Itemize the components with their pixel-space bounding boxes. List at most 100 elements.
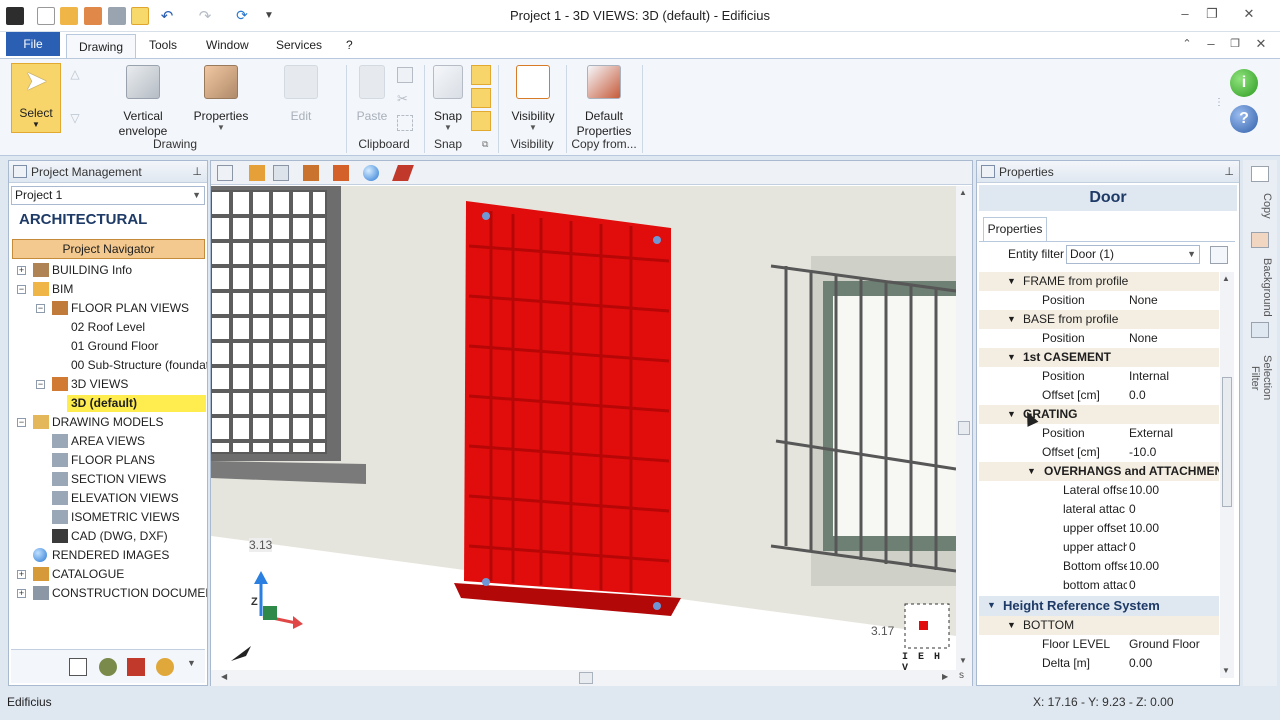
snap-grid-icon[interactable] <box>471 111 491 131</box>
prop-section-frame[interactable]: ▼ FRAME from profile <box>979 272 1219 291</box>
doc-minimize-icon[interactable]: – <box>1200 36 1222 52</box>
prop-row-upper-offset[interactable]: upper offset 10.00 <box>979 519 1219 538</box>
collapse-icon[interactable]: − <box>17 285 26 294</box>
tree-item-area-views[interactable]: AREA VIEWS <box>9 432 207 451</box>
collapse-icon[interactable]: ▼ <box>1007 616 1016 635</box>
prop-row-bottom-offset[interactable]: Bottom offse 10.00 <box>979 557 1219 576</box>
prop-row-lateral-attach[interactable]: lateral attac 0 <box>979 500 1219 519</box>
info-icon[interactable]: i <box>1230 69 1258 97</box>
scroll-down-icon[interactable]: ▼ <box>959 656 967 665</box>
tools-icon[interactable] <box>127 658 145 676</box>
prop-value[interactable]: -10.0 <box>1129 443 1217 462</box>
tab-copy[interactable]: Copy <box>1247 186 1273 226</box>
tree-item-section-views[interactable]: SECTION VIEWS <box>9 470 207 489</box>
prop-value[interactable]: 10.00 <box>1129 519 1217 538</box>
tab-help[interactable]: ? <box>338 32 361 58</box>
prop-row-grating-offset[interactable]: Offset [cm] -10.0 <box>979 443 1219 462</box>
ribbon-collapse-icon[interactable]: ⌃ <box>1176 36 1198 52</box>
layers-icon[interactable] <box>333 165 349 181</box>
project-navigator-button[interactable]: Project Navigator <box>12 239 205 259</box>
prop-value[interactable]: 10.00 <box>1129 557 1217 576</box>
tree-item-building-info[interactable]: + BUILDING Info <box>9 261 207 280</box>
prop-row-casement-position[interactable]: Position Internal <box>979 367 1219 386</box>
file-menu-button[interactable]: File <box>6 32 60 56</box>
scene-canvas[interactable]: 3.13 3.17 Z I E H V <box>211 186 956 670</box>
scroll-thumb[interactable] <box>579 672 593 684</box>
collapse-icon[interactable]: ▼ <box>1007 405 1016 424</box>
split-icon[interactable]: s <box>959 670 964 681</box>
tab-background[interactable]: Background <box>1247 252 1273 322</box>
snap-button[interactable]: Snap ▼ <box>428 65 468 132</box>
scroll-thumb[interactable] <box>958 421 970 435</box>
properties-button[interactable]: Properties ▼ <box>190 65 252 132</box>
prop-row-floor-level[interactable]: Floor LEVEL Ground Floor <box>979 635 1219 654</box>
collapse-icon[interactable]: ▼ <box>1027 462 1036 481</box>
tree-item-cad[interactable]: CAD (DWG, DXF) <box>9 527 207 546</box>
prop-value[interactable]: Ground Floor <box>1129 635 1217 654</box>
select-button[interactable]: ➤ Select ▼ <box>11 63 61 133</box>
prop-row-bottom-attach[interactable]: bottom attac 0 <box>979 576 1219 595</box>
edit-button[interactable]: Edit <box>278 65 324 123</box>
tree-item-catalogue[interactable]: + CATALOGUE <box>9 565 207 584</box>
tab-window[interactable]: Window <box>198 32 257 58</box>
tree-item-isometric-views[interactable]: ISOMETRIC VIEWS <box>9 508 207 527</box>
prop-row-delta[interactable]: Delta [m] 0.00 <box>979 654 1219 673</box>
cut-icon[interactable]: ✂ <box>397 91 413 107</box>
collapse-icon[interactable]: ▼ <box>987 596 996 615</box>
scroll-right-icon[interactable]: ▶ <box>942 672 948 681</box>
prop-value[interactable]: 0 <box>1129 538 1217 557</box>
tree-item-elevation-views[interactable]: ELEVATION VIEWS <box>9 489 207 508</box>
dialog-launcher-icon[interactable]: ⧉ <box>482 139 488 150</box>
snap-midpoint-icon[interactable] <box>471 88 491 108</box>
prop-value[interactable]: None <box>1129 291 1217 310</box>
tab-drawing[interactable]: Drawing <box>66 34 136 59</box>
prop-value[interactable]: 10.00 <box>1129 481 1217 500</box>
tree-item-floor-plan-views[interactable]: − FLOOR PLAN VIEWS <box>9 299 207 318</box>
chevron-down-icon[interactable]: ▼ <box>187 658 196 668</box>
collapse-icon[interactable]: ▼ <box>1007 310 1016 329</box>
prop-section-bottom[interactable]: ▼ BOTTOM <box>979 616 1219 635</box>
fit-view-icon[interactable] <box>217 165 233 181</box>
collapse-icon[interactable]: ▼ <box>1007 272 1016 291</box>
overflow-dots-icon[interactable]: ⋮ <box>1214 97 1224 108</box>
tree-item-3d-views[interactable]: − 3D VIEWS <box>9 375 207 394</box>
prop-value[interactable]: 0.0 <box>1129 386 1217 405</box>
entity-filter-select[interactable]: Door (1) ▼ <box>1066 245 1200 264</box>
tab-selection-filter[interactable]: Selection Filter <box>1247 342 1273 414</box>
vertical-scrollbar[interactable]: ▲ ▼ <box>956 186 972 670</box>
prop-row-frame-position[interactable]: Position None <box>979 291 1219 310</box>
doc-restore-icon[interactable]: ❐ <box>1224 36 1246 52</box>
scroll-thumb[interactable] <box>1222 377 1232 507</box>
view-cube-labels[interactable]: I E H V <box>902 652 956 670</box>
gears-icon[interactable] <box>156 658 174 676</box>
prop-category-height-reference[interactable]: ▼ Height Reference System <box>979 596 1219 617</box>
3d-viewport[interactable]: 3.13 3.17 Z I E H V ▲ ▼ ◀ ▶ s <box>210 160 973 686</box>
minimize-icon[interactable]: – <box>1174 6 1196 22</box>
prop-value[interactable]: 0.00 <box>1129 654 1217 673</box>
collapse-icon[interactable]: − <box>36 304 45 313</box>
prop-row-base-position[interactable]: Position None <box>979 329 1219 348</box>
vertical-envelope-button[interactable]: Vertical envelope <box>110 65 176 139</box>
tree-item-ground-floor[interactable]: 01 Ground Floor <box>9 337 207 356</box>
tree-item-roof-level[interactable]: 02 Roof Level <box>9 318 207 337</box>
tree-item-construction-documents[interactable]: + CONSTRUCTION DOCUMENTS S <box>9 584 207 603</box>
up-arrow-icon[interactable]: △ <box>66 67 84 81</box>
plant-icon[interactable] <box>99 658 117 676</box>
prop-value[interactable]: 0 <box>1129 500 1217 519</box>
snap-endpoint-icon[interactable] <box>471 65 491 85</box>
tree-item-drawing-models[interactable]: − DRAWING MODELS <box>9 413 207 432</box>
section-icon[interactable] <box>303 165 319 181</box>
prop-row-lateral-offset[interactable]: Lateral offse 10.00 <box>979 481 1219 500</box>
paste-special-icon[interactable] <box>397 115 413 131</box>
tree-item-3d-default[interactable]: 3D (default) <box>9 394 207 413</box>
default-properties-button[interactable]: Default Properties <box>572 65 636 139</box>
tree-item-sub-structure[interactable]: 00 Sub-Structure (foundation <box>9 356 207 375</box>
prop-value[interactable]: External <box>1129 424 1217 443</box>
collapse-icon[interactable]: ▼ <box>1007 348 1016 367</box>
expand-icon[interactable]: + <box>17 570 26 579</box>
edificius-logo-icon[interactable] <box>69 658 87 676</box>
collapse-icon[interactable]: − <box>17 418 26 427</box>
prop-row-casement-offset[interactable]: Offset [cm] 0.0 <box>979 386 1219 405</box>
doc-close-icon[interactable]: ✕ <box>1250 36 1272 52</box>
properties-scrollbar[interactable]: ▲ ▼ <box>1220 272 1234 678</box>
